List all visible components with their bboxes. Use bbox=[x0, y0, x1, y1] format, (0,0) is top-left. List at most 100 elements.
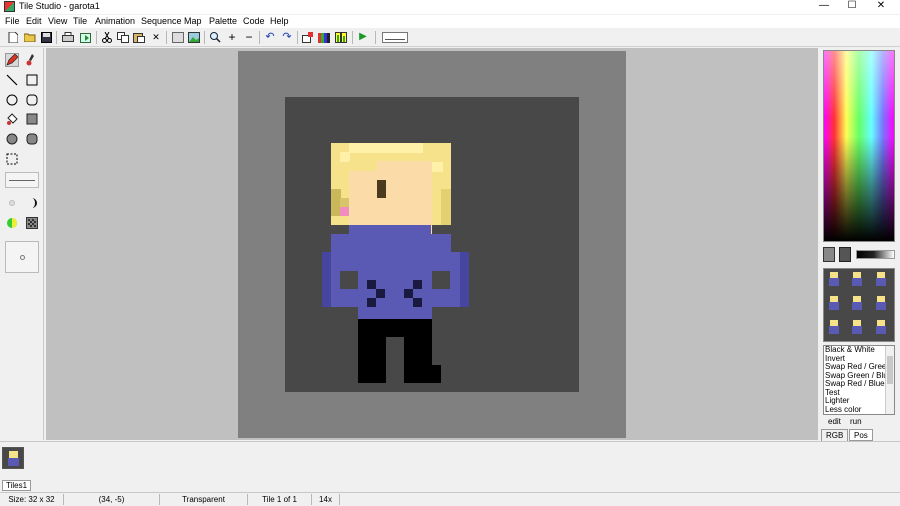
hand bbox=[367, 298, 376, 307]
tile-preview-cell bbox=[824, 293, 847, 317]
tab-rgb[interactable]: RGB bbox=[821, 429, 849, 441]
menu-map[interactable]: Map bbox=[184, 16, 202, 26]
background-color-swatch[interactable] bbox=[823, 247, 835, 262]
scrollbar-thumb[interactable] bbox=[887, 356, 893, 384]
filled-ellipse-icon[interactable] bbox=[5, 132, 19, 146]
tile-preview-cell bbox=[847, 269, 870, 293]
pencil-icon[interactable] bbox=[5, 53, 19, 67]
clear-icon[interactable] bbox=[172, 31, 184, 43]
tileset-tab[interactable]: Tiles1 bbox=[2, 480, 32, 491]
right-panel: Black & White Invert Swap Red / Green Sw… bbox=[818, 48, 900, 442]
collar bbox=[349, 225, 431, 234]
canvas-workspace bbox=[46, 48, 818, 440]
line-icon[interactable] bbox=[5, 73, 19, 87]
color-picker[interactable] bbox=[823, 50, 895, 242]
tool-panel bbox=[0, 48, 44, 440]
tile-preview-grid[interactable] bbox=[823, 268, 895, 342]
run-icon[interactable]: ▶ bbox=[357, 31, 369, 43]
arm-shadow bbox=[460, 252, 469, 307]
tile-thumbnail[interactable] bbox=[2, 447, 24, 469]
new-file-icon[interactable] bbox=[7, 31, 19, 43]
tile-preview-cell bbox=[871, 317, 894, 341]
color-replace-icon[interactable] bbox=[5, 216, 19, 230]
zoom-out-icon[interactable]: − bbox=[243, 31, 255, 43]
foreground-color-swatch[interactable] bbox=[839, 247, 851, 262]
paste-icon[interactable] bbox=[133, 31, 145, 43]
menu-code[interactable]: Code bbox=[243, 16, 265, 26]
menu-palette[interactable]: Palette bbox=[209, 16, 237, 26]
status-color: Transparent bbox=[160, 494, 248, 505]
select-icon[interactable] bbox=[5, 152, 19, 166]
pen-size-box[interactable] bbox=[5, 172, 39, 188]
tile-icon[interactable] bbox=[302, 31, 314, 43]
menu-tile[interactable]: Tile bbox=[73, 16, 87, 26]
hair-shadow bbox=[340, 198, 349, 207]
eye bbox=[377, 180, 386, 198]
print-icon[interactable] bbox=[62, 31, 74, 43]
edit-button[interactable]: edit bbox=[828, 417, 841, 426]
save-icon[interactable] bbox=[40, 31, 52, 43]
zoom-in-icon[interactable]: + bbox=[226, 31, 238, 43]
filter-list-scrollbar[interactable] bbox=[885, 346, 894, 414]
ellipse-icon[interactable] bbox=[5, 93, 19, 107]
minimize-button[interactable]: — bbox=[810, 0, 838, 12]
tile-preview-cell bbox=[847, 317, 870, 341]
menu-help[interactable]: Help bbox=[270, 16, 289, 26]
blush bbox=[340, 207, 349, 216]
export-icon[interactable] bbox=[80, 31, 92, 43]
window-title: Tile Studio - garota1 bbox=[19, 1, 100, 11]
soft-brush-icon[interactable] bbox=[5, 196, 19, 210]
tile-canvas[interactable] bbox=[285, 97, 579, 392]
hand bbox=[404, 289, 413, 298]
status-tile: Tile 1 of 1 bbox=[248, 494, 312, 505]
rounded-rectangle-icon[interactable] bbox=[25, 93, 39, 107]
filter-item[interactable]: Less color bbox=[824, 405, 894, 415]
light-dark-icon[interactable] bbox=[25, 196, 39, 210]
rectangle-icon[interactable] bbox=[25, 73, 39, 87]
palette-filter-list[interactable]: Black & White Invert Swap Red / Green Sw… bbox=[823, 345, 895, 415]
canvas-border bbox=[238, 51, 626, 438]
status-bar: Size: 32 x 32 (34, -5) Transparent Tile … bbox=[0, 492, 900, 506]
toolbar-separator bbox=[297, 31, 298, 44]
redo-icon[interactable]: ↷ bbox=[281, 31, 293, 43]
filled-rectangle-icon[interactable] bbox=[25, 112, 39, 126]
pants bbox=[358, 319, 432, 337]
hair-bangs bbox=[349, 161, 377, 171]
face bbox=[349, 161, 432, 235]
run-button[interactable]: run bbox=[850, 417, 862, 426]
shirt-hem bbox=[358, 307, 432, 319]
menu-edit[interactable]: Edit bbox=[26, 16, 42, 26]
menu-view[interactable]: View bbox=[48, 16, 67, 26]
brush-icon[interactable] bbox=[25, 53, 39, 67]
toolbar-separator bbox=[56, 31, 57, 44]
open-folder-icon[interactable] bbox=[24, 31, 36, 43]
menu-file[interactable]: File bbox=[5, 16, 20, 26]
zoom-slider[interactable] bbox=[382, 32, 408, 43]
copy-icon[interactable] bbox=[117, 31, 129, 43]
undo-icon[interactable]: ↶ bbox=[264, 31, 276, 43]
close-button[interactable]: ✕ bbox=[867, 0, 895, 12]
import-image-icon[interactable] bbox=[188, 31, 200, 43]
status-cursor: (34, -5) bbox=[64, 494, 160, 505]
maximize-button[interactable]: ☐ bbox=[838, 0, 866, 12]
menu-animation[interactable]: Animation bbox=[95, 16, 135, 26]
arm-gap bbox=[432, 271, 450, 289]
pants-leg bbox=[404, 337, 432, 383]
tab-pos[interactable]: Pos bbox=[849, 429, 873, 441]
filter-actions: edit run bbox=[823, 417, 895, 427]
pen-size-line bbox=[9, 180, 35, 181]
menu-sequence[interactable]: Sequence bbox=[141, 16, 182, 26]
zoom-icon[interactable] bbox=[209, 31, 221, 43]
cut-icon[interactable] bbox=[101, 31, 113, 43]
pattern-icon[interactable] bbox=[25, 216, 39, 230]
fill-icon[interactable] bbox=[5, 112, 19, 126]
shade-bar[interactable] bbox=[856, 250, 895, 259]
delete-icon[interactable]: ✕ bbox=[150, 31, 162, 43]
brush-preview-box[interactable] bbox=[5, 241, 39, 273]
color-swatches bbox=[823, 247, 895, 262]
bars-icon[interactable] bbox=[335, 31, 347, 43]
palette-icon[interactable] bbox=[318, 31, 330, 43]
hand bbox=[413, 298, 422, 307]
pants-leg bbox=[358, 337, 386, 383]
filled-rounded-rectangle-icon[interactable] bbox=[25, 132, 39, 146]
